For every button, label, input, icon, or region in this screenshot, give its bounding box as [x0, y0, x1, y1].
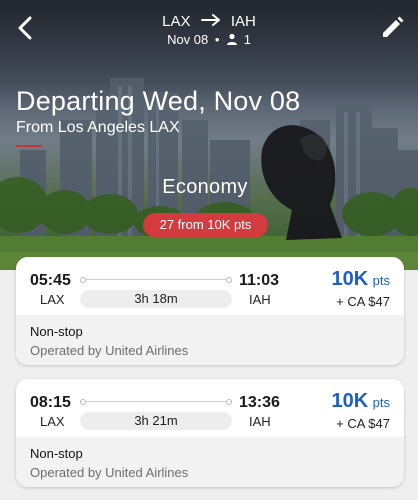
points-unit: pts — [372, 273, 390, 288]
arrow-right-icon — [200, 13, 221, 31]
stops-label: Non-stop — [30, 446, 83, 461]
results-count-badge[interactable]: 27 from 10K pts — [143, 213, 268, 237]
flight-duration: 3h 21m — [80, 412, 232, 430]
departure-time: 08:15 — [30, 394, 71, 411]
departure-airport: LAX — [40, 292, 65, 307]
destination-code: IAH — [230, 13, 256, 30]
arrival-time: 11:03 — [239, 272, 280, 289]
operator-label: Operated by United Airlines — [30, 343, 189, 358]
page-title: Departing Wed, Nov 08 — [16, 86, 301, 116]
edit-search-button[interactable] — [378, 14, 406, 42]
points-price: 10K pts — [332, 268, 391, 291]
flight-summary: 05:45 LAX 3h 18m 11:03 IAH 10K pts + CA … — [16, 257, 404, 315]
title-accent — [16, 145, 42, 147]
arrival-airport: IAH — [249, 292, 271, 307]
flight-card[interactable]: 08:15 LAX 3h 21m 13:36 IAH 10K pts + CA … — [16, 379, 404, 487]
flight-path-line — [80, 277, 232, 283]
top-bar: LAX IAH Nov 08 • 1 — [0, 0, 418, 56]
arrival-time: 13:36 — [239, 394, 280, 411]
flight-duration: 3h 18m — [80, 290, 232, 308]
cash-fee: + CA $47 — [336, 294, 390, 309]
points-unit: pts — [372, 395, 390, 410]
departure-time: 05:45 — [30, 272, 71, 289]
cash-fee: + CA $47 — [336, 416, 390, 431]
route-summary: LAX IAH — [0, 13, 418, 31]
stops-label: Non-stop — [30, 324, 83, 339]
points-value: 10K — [331, 268, 369, 290]
origin-code: LAX — [162, 13, 191, 30]
points-value: 10K — [331, 390, 369, 412]
points-price: 10K pts — [332, 390, 391, 413]
trip-details: Nov 08 • 1 — [0, 32, 418, 47]
passenger-count: 1 — [243, 32, 251, 47]
cabin-class: Economy — [162, 176, 248, 198]
flight-summary: 08:15 LAX 3h 21m 13:36 IAH 10K pts + CA … — [16, 379, 404, 437]
flight-details: Non-stop Operated by United Airlines — [16, 437, 404, 487]
separator-dot: • — [214, 32, 220, 47]
arrival-airport: IAH — [249, 414, 271, 429]
departure-airport: LAX — [40, 414, 65, 429]
operator-label: Operated by United Airlines — [30, 465, 189, 480]
departure-city: From Los Angeles LAX — [16, 119, 180, 136]
travel-date: Nov 08 — [167, 32, 209, 47]
hero-banner: LAX IAH Nov 08 • 1 Departing Wed, Nov 08… — [0, 0, 418, 270]
pencil-icon — [383, 16, 404, 37]
flight-card[interactable]: 05:45 LAX 3h 18m 11:03 IAH 10K pts + CA … — [16, 257, 404, 365]
flight-details: Non-stop Operated by United Airlines — [16, 315, 404, 365]
person-icon — [227, 33, 238, 45]
flight-path-line — [80, 399, 232, 405]
